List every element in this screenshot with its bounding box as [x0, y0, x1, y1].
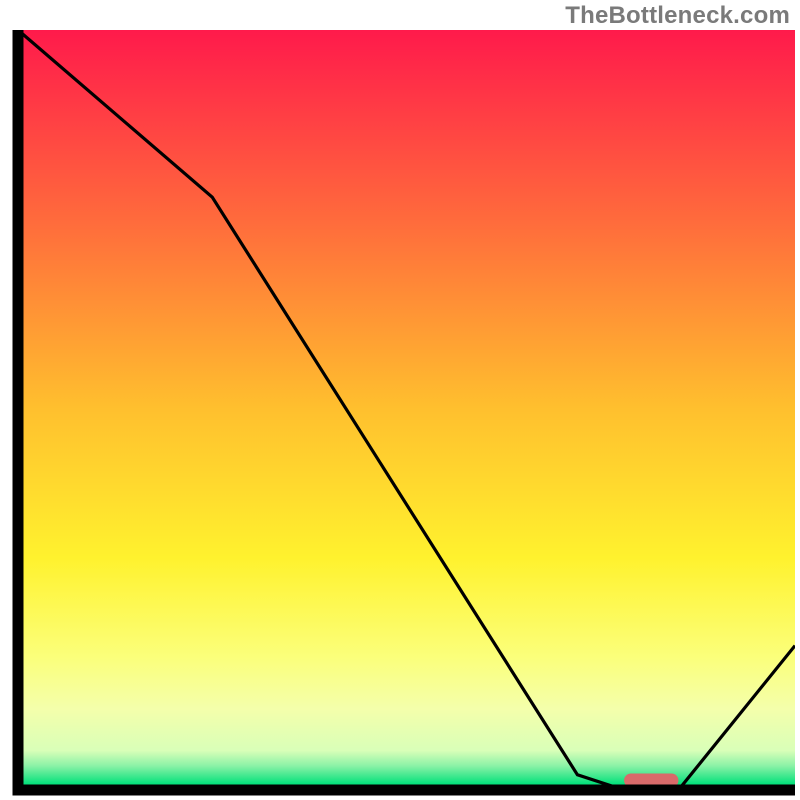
chart-svg — [0, 0, 800, 800]
gradient-background — [24, 30, 796, 785]
plot-area — [18, 30, 795, 790]
chart-container: TheBottleneck.com — [0, 0, 800, 800]
